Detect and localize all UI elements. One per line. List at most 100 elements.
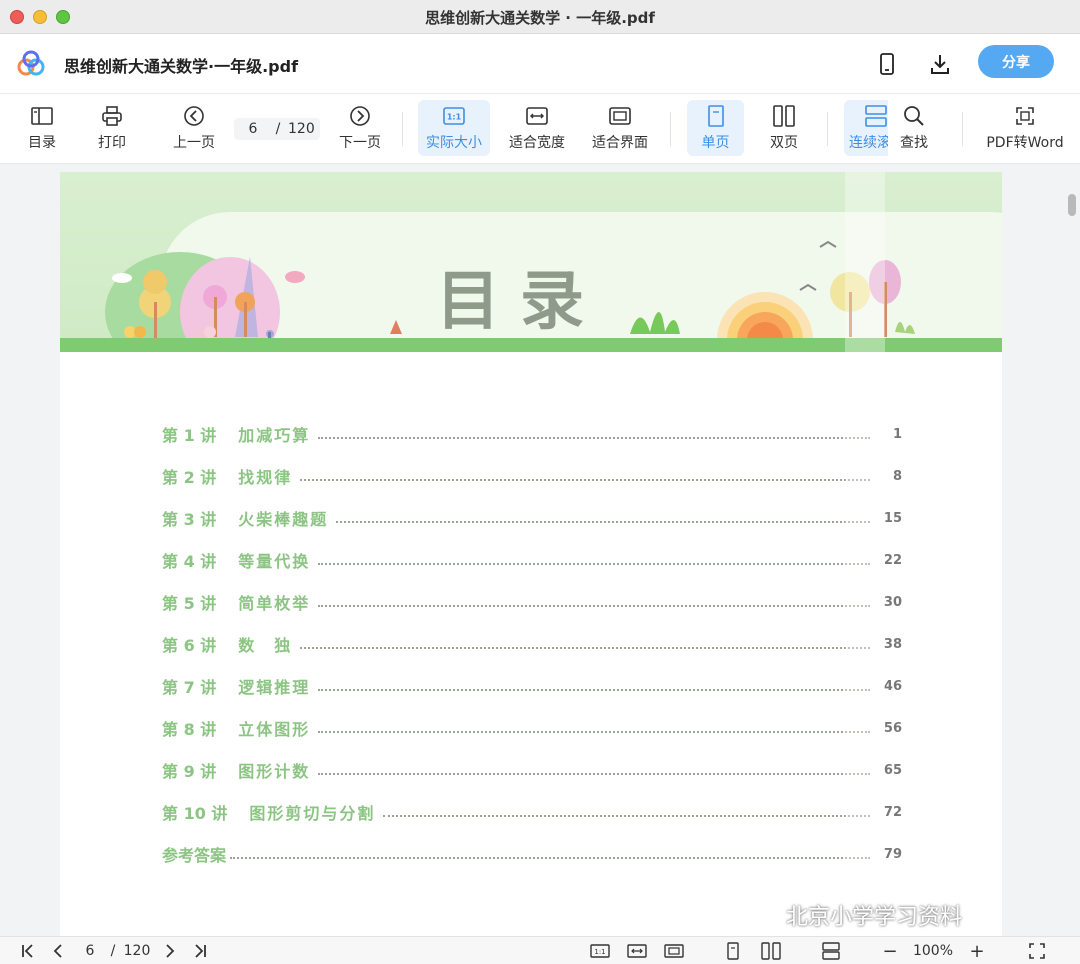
toc-entry[interactable]: 参考答案 79 <box>162 842 902 866</box>
banner-title: 目录 <box>436 265 604 339</box>
convert-icon <box>1014 103 1036 129</box>
toc-lecture: 参考答案 <box>162 846 227 865</box>
svg-text:1:1: 1:1 <box>447 113 462 122</box>
toc-leader-dots <box>318 723 870 733</box>
actual-size-label: 实际大小 <box>426 135 482 151</box>
status-total-pages: 120 <box>123 943 151 959</box>
toolbar-divider <box>402 112 403 146</box>
toc-lecture: 第 9 讲 <box>162 762 217 781</box>
toc-leader-dots <box>300 639 870 649</box>
vertical-scrollbar-thumb[interactable] <box>1068 194 1076 216</box>
document-title: 思维创新大通关数学·一年级.pdf <box>64 57 299 76</box>
double-page-small-icon[interactable] <box>760 941 782 961</box>
actual-size-button[interactable]: 1:1 实际大小 <box>418 100 490 156</box>
toolbar-divider <box>670 112 671 146</box>
search-icon <box>903 103 925 129</box>
prev-page-icon[interactable] <box>48 941 68 961</box>
fit-width-label: 适合宽度 <box>509 135 565 151</box>
fit-width-button[interactable]: 适合宽度 <box>504 100 570 156</box>
next-page-button[interactable]: 下一页 <box>334 100 386 156</box>
actual-size-icon: 1:1 <box>443 103 465 129</box>
single-page-small-icon[interactable] <box>723 941 743 961</box>
page-number-input[interactable]: 6 / 120 <box>234 118 320 140</box>
continuous-scroll-label: 连续滚 <box>849 135 888 151</box>
pdf-to-word-label: PDF转Word <box>986 135 1064 151</box>
toc-entry[interactable]: 第 7 讲 逻辑推理 46 <box>162 674 902 698</box>
toc-entry[interactable]: 第 1 讲 加减巧算 1 <box>162 422 902 446</box>
toc-label: 目录 <box>28 135 56 151</box>
print-label: 打印 <box>98 135 126 151</box>
total-pages: 120 <box>288 121 315 137</box>
zoom-in-button[interactable]: + <box>966 941 988 962</box>
chevron-left-circle-icon <box>183 103 205 129</box>
toc-leader-dots <box>318 429 870 439</box>
last-page-icon[interactable] <box>190 941 210 961</box>
toc-button[interactable]: 目录 <box>20 100 64 156</box>
double-page-button[interactable]: 双页 <box>762 100 806 156</box>
toc-lecture: 第 7 讲 <box>162 678 217 697</box>
toc-entry[interactable]: 第 8 讲 立体图形 56 <box>162 716 902 740</box>
find-label: 查找 <box>900 135 928 151</box>
single-page-icon <box>707 103 725 129</box>
prev-page-label: 上一页 <box>173 135 215 151</box>
toc-topic: 加减巧算 <box>238 426 311 445</box>
phone-icon[interactable] <box>873 50 901 78</box>
continuous-scroll-button[interactable]: 连续滚 <box>844 100 888 156</box>
toc-leader-dots <box>318 681 870 691</box>
toolbar-divider <box>827 112 828 146</box>
toc-entry[interactable]: 第 2 讲 找规律 8 <box>162 464 902 488</box>
continuous-scroll-icon <box>865 103 887 129</box>
fullscreen-icon[interactable] <box>1026 941 1048 961</box>
fit-page-small-icon[interactable] <box>663 941 685 961</box>
status-page-separator: / <box>110 943 116 959</box>
svg-text:1:1: 1:1 <box>594 948 605 956</box>
toc-topic: 图形剪切与分割 <box>249 804 376 823</box>
pdf-to-word-button[interactable]: PDF转Word <box>982 100 1068 156</box>
share-button[interactable]: 分享 <box>978 45 1054 78</box>
find-button[interactable]: 查找 <box>892 100 936 156</box>
print-button[interactable]: 打印 <box>90 100 134 156</box>
toc-lecture: 第 3 讲 <box>162 510 217 529</box>
status-current-page[interactable]: 6 <box>78 941 102 961</box>
toc-entry[interactable]: 第 10 讲 图形剪切与分割 72 <box>162 800 902 824</box>
window-titlebar: 思维创新大通关数学 · 一年级.pdf <box>0 0 1080 34</box>
status-bar: 6 / 120 1:1 − 100% + <box>0 936 1080 964</box>
toc-lecture: 第 10 讲 <box>162 804 228 823</box>
sidebar-icon <box>31 103 53 129</box>
zoom-out-button[interactable]: − <box>879 941 901 962</box>
toc-entry[interactable]: 第 3 讲 火柴棒趣题 15 <box>162 506 902 530</box>
prev-page-button[interactable]: 上一页 <box>168 100 220 156</box>
first-page-icon[interactable] <box>18 941 38 961</box>
toc-entry[interactable]: 第 4 讲 等量代换 22 <box>162 548 902 572</box>
toc-leader-dots <box>230 849 870 859</box>
document-viewer[interactable]: 目录 第 1 讲 加减巧算 1 第 2 讲 找规律 8 第 3 讲 火柴棒趣题 … <box>0 164 1080 936</box>
current-page: 6 <box>248 121 258 137</box>
toc-leader-dots <box>318 555 870 565</box>
toc-entry[interactable]: 第 5 讲 简单枚举 30 <box>162 590 902 614</box>
toc-topic: 等量代换 <box>238 552 311 571</box>
toc-entry[interactable]: 第 9 讲 图形计数 65 <box>162 758 902 782</box>
toc-lecture: 第 6 讲 <box>162 636 217 655</box>
double-page-label: 双页 <box>770 135 798 151</box>
toc-topic: 简单枚举 <box>238 594 311 613</box>
single-page-button[interactable]: 单页 <box>687 100 744 156</box>
actual-size-small-icon[interactable]: 1:1 <box>589 941 611 961</box>
page-separator: / <box>275 121 281 137</box>
toc-lecture: 第 4 讲 <box>162 552 217 571</box>
toolbar: 目录 打印 上一页 6 / 120 下一页 1:1 实际大小 适合宽度 适合界面… <box>0 94 1080 164</box>
app-header: 思维创新大通关数学·一年级.pdf 分享 <box>0 34 1080 94</box>
single-page-label: 单页 <box>701 135 730 151</box>
next-page-icon[interactable] <box>160 941 180 961</box>
toc-leader-dots <box>318 597 870 607</box>
toc-entry[interactable]: 第 6 讲 数 独 38 <box>162 632 902 656</box>
window-title: 思维创新大通关数学 · 一年级.pdf <box>425 9 655 27</box>
toc-topic: 立体图形 <box>238 720 311 739</box>
continuous-scroll-small-icon[interactable] <box>820 941 842 961</box>
fit-page-button[interactable]: 适合界面 <box>587 100 653 156</box>
download-icon[interactable] <box>926 50 954 78</box>
zoom-level: 100% <box>912 943 954 959</box>
toc-topic: 逻辑推理 <box>238 678 311 697</box>
fit-width-small-icon[interactable] <box>626 941 648 961</box>
double-page-icon <box>773 103 795 129</box>
toc-leader-dots <box>318 765 870 775</box>
